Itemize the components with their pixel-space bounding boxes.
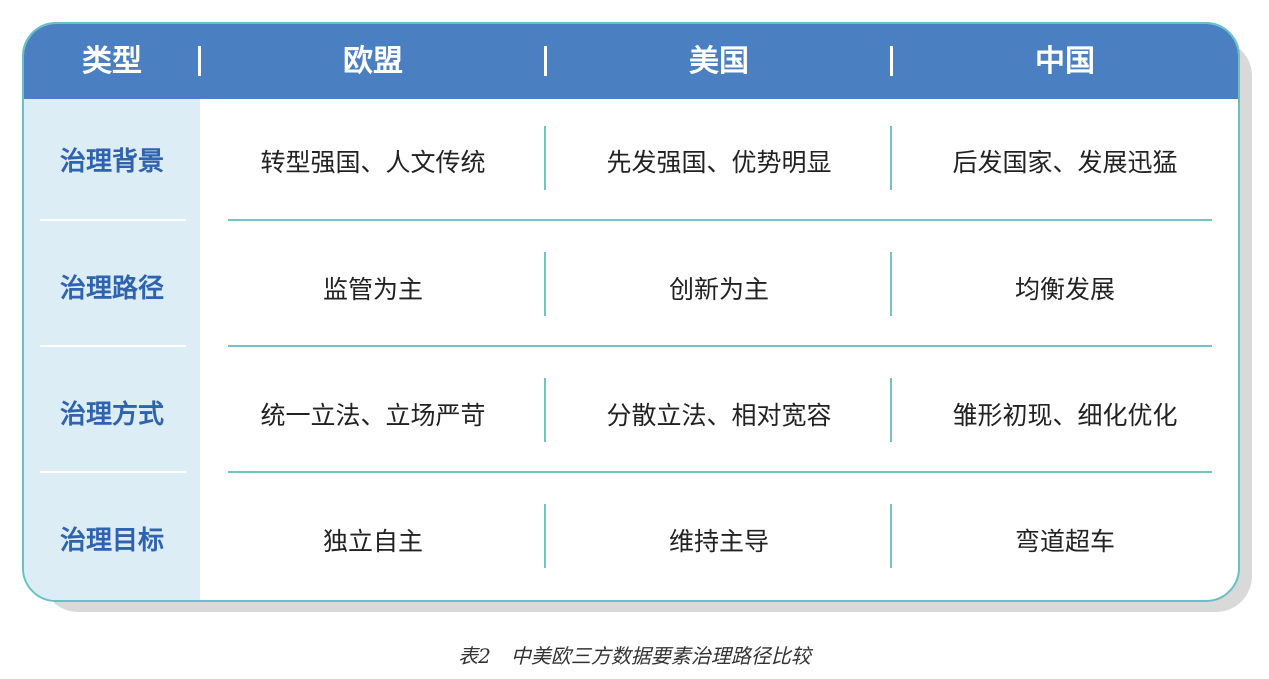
column-divider xyxy=(544,378,546,442)
table-cell: 弯道超车 xyxy=(1014,527,1115,556)
table-cell: 维持主导 xyxy=(668,527,769,556)
column-divider xyxy=(890,378,892,442)
column-divider xyxy=(544,252,546,316)
row-label-background: 治理背景 xyxy=(59,147,164,177)
table-cell: 雏形初现、细化优化 xyxy=(952,401,1178,430)
header-eu: 欧盟 xyxy=(343,44,403,79)
row-label-goal: 治理目标 xyxy=(59,526,164,556)
table-cell: 均衡发展 xyxy=(1014,275,1115,304)
column-divider xyxy=(544,504,546,568)
header-type: 类型 xyxy=(82,44,142,79)
label-divider xyxy=(40,219,186,221)
table-cell: 监管为主 xyxy=(322,275,423,304)
comparison-table: 类型 欧盟 美国 中国 治理背景 治理路径 治理方式 治理目标 转型强国、人文传… xyxy=(22,22,1240,602)
table-cell: 后发国家、发展迅猛 xyxy=(952,148,1178,177)
column-divider xyxy=(890,504,892,568)
table-cell: 分散立法、相对宽容 xyxy=(606,401,832,430)
row-label-path: 治理路径 xyxy=(59,274,164,304)
table-cell: 创新为主 xyxy=(668,275,769,304)
table-caption: 表2 中美欧三方数据要素治理路径比较 xyxy=(458,644,811,668)
column-divider xyxy=(544,126,546,190)
row-divider xyxy=(228,219,1212,221)
label-divider xyxy=(40,471,186,473)
row-divider xyxy=(228,471,1212,473)
header-us: 美国 xyxy=(689,44,749,79)
label-divider xyxy=(40,345,186,347)
header-china: 中国 xyxy=(1035,44,1095,79)
row-label-method: 治理方式 xyxy=(59,400,164,430)
column-divider xyxy=(890,126,892,190)
column-divider xyxy=(890,252,892,316)
table-cell: 独立自主 xyxy=(322,527,423,556)
table-cell: 统一立法、立场严苛 xyxy=(260,401,486,430)
table-header: 类型 欧盟 美国 中国 xyxy=(24,24,1238,99)
row-divider xyxy=(228,345,1212,347)
table-cell: 转型强国、人文传统 xyxy=(260,148,486,177)
table-cell: 先发强国、优势明显 xyxy=(606,148,832,177)
